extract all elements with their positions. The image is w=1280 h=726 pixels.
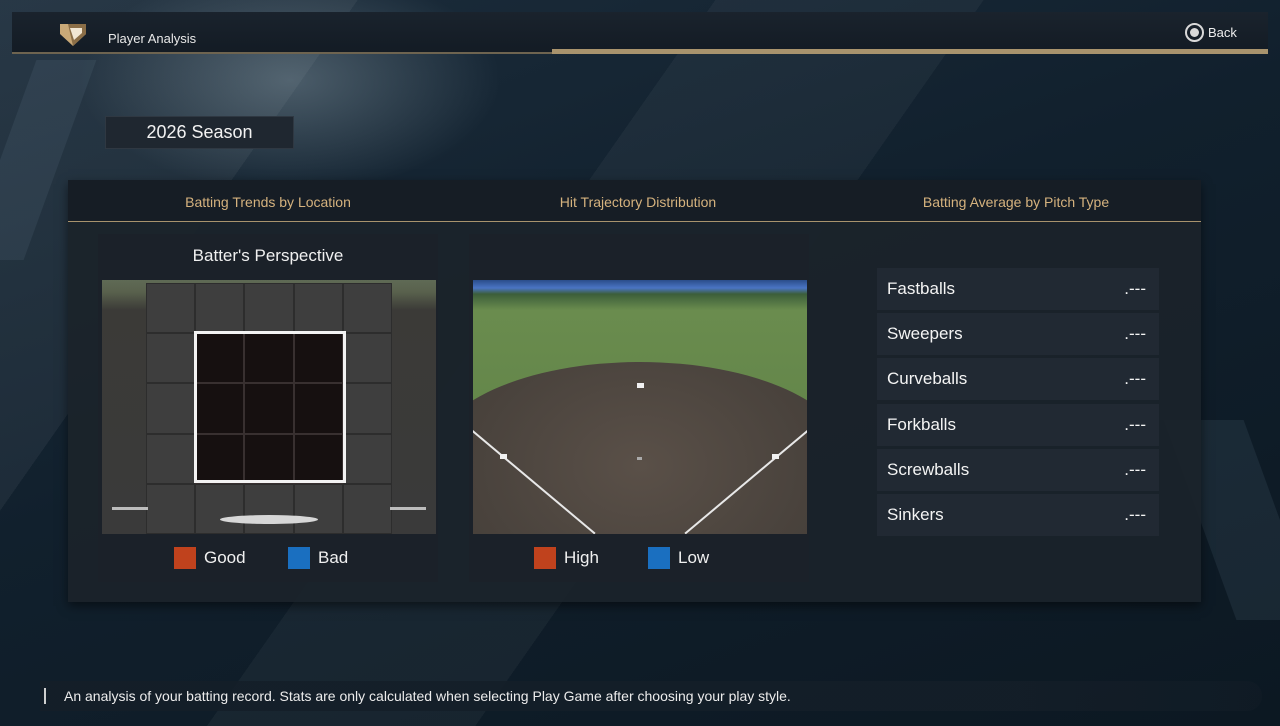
pitch-row-fastballs: Fastballs .---	[877, 268, 1159, 310]
bad-swatch	[288, 547, 310, 569]
pitch-average: .---	[1124, 324, 1146, 343]
zone-cell	[146, 283, 196, 334]
pitchers-mound	[637, 457, 642, 460]
zone-cell	[146, 433, 196, 484]
zone-cell	[146, 333, 196, 384]
second-base	[637, 383, 644, 388]
legend-label: Good	[204, 548, 246, 567]
high-swatch	[534, 547, 556, 569]
zone-cell	[293, 283, 343, 334]
first-base	[772, 454, 779, 459]
third-base	[500, 454, 507, 459]
trajectory-legend-high: High	[534, 547, 599, 569]
pitch-row-screwballs: Screwballs .---	[877, 449, 1159, 491]
tab-pitch-type-average[interactable]: Batting Average by Pitch Type	[848, 194, 1184, 210]
pitch-name: Sinkers	[887, 505, 944, 524]
pitch-row-forkballs: Forkballs .---	[877, 404, 1159, 446]
pitch-row-sinkers: Sinkers .---	[877, 494, 1159, 536]
pitch-average: .---	[1124, 460, 1146, 479]
tab-hit-trajectory[interactable]: Hit Trajectory Distribution	[470, 194, 806, 210]
trajectory-legend-low: Low	[648, 547, 709, 569]
pitch-name: Curveballs	[887, 369, 968, 388]
circle-button-icon	[1185, 22, 1204, 42]
batter-perspective-title: Batter's Perspective	[192, 246, 344, 265]
pitch-row-curveballs: Curveballs .---	[877, 358, 1159, 400]
back-button[interactable]: Back	[1185, 22, 1237, 42]
legend-label: Bad	[318, 548, 349, 567]
zone-cell	[342, 483, 392, 534]
pitch-row-sweepers: Sweepers .---	[877, 313, 1159, 355]
header-accent-bar	[552, 49, 1268, 54]
zone-cell	[342, 433, 392, 484]
page-title: Player Analysis	[108, 31, 197, 46]
home-plate-logo-icon	[60, 24, 86, 46]
pitch-average: .---	[1124, 279, 1146, 298]
zone-cell	[342, 283, 392, 334]
pitch-average: .---	[1124, 415, 1146, 434]
home-plate	[220, 515, 318, 524]
strike-zone-outline	[194, 331, 346, 483]
legend-label: Low	[678, 548, 710, 567]
zone-cell	[195, 483, 245, 534]
tab-batting-trends[interactable]: Batting Trends by Location	[100, 194, 436, 210]
good-swatch	[174, 547, 196, 569]
batters-box-line	[390, 507, 426, 510]
low-swatch	[648, 547, 670, 569]
pitch-average: .---	[1124, 505, 1146, 524]
help-bar-marker	[44, 688, 46, 704]
pitch-name: Screwballs	[887, 460, 970, 479]
header-divider	[12, 52, 552, 54]
header-bar	[12, 12, 1268, 54]
zone-cell	[293, 483, 343, 534]
zone-cell	[244, 483, 294, 534]
batting-legend-good: Good	[174, 547, 246, 569]
pitch-average: .---	[1124, 369, 1146, 388]
zone-cell	[244, 283, 294, 334]
legend-label: High	[564, 548, 599, 567]
back-button-label: Back	[1208, 24, 1237, 40]
strike-zone-view	[102, 280, 436, 534]
zone-cell	[342, 383, 392, 434]
batting-legend-bad: Bad	[288, 547, 348, 569]
pitch-name: Fastballs	[887, 279, 956, 298]
help-text: An analysis of your batting record. Stat…	[64, 688, 791, 704]
zone-cell	[146, 483, 196, 534]
pitch-name: Forkballs	[887, 415, 956, 434]
field-view	[473, 280, 807, 534]
pitch-name: Sweepers	[887, 324, 963, 343]
batters-box-line	[112, 507, 148, 510]
zone-cell	[195, 283, 245, 334]
zone-cell	[146, 383, 196, 434]
season-selector[interactable]: 2026 Season	[105, 116, 294, 149]
zone-cell	[342, 333, 392, 384]
